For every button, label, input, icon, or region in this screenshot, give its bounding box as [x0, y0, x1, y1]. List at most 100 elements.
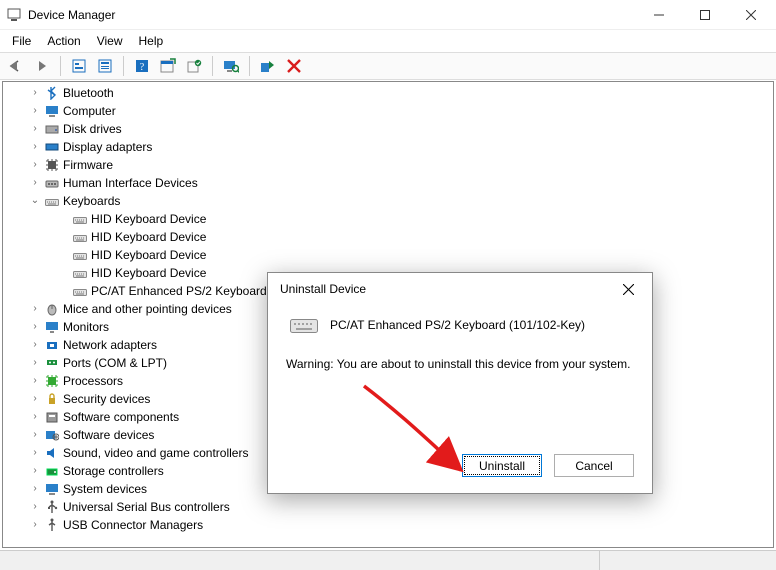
mouse-icon — [43, 302, 61, 316]
keyboard-icon — [290, 315, 318, 335]
toolbar-action-icon[interactable] — [156, 55, 180, 77]
toolbar-scan-icon[interactable] — [219, 55, 243, 77]
tree-label: Universal Serial Bus controllers — [61, 498, 230, 516]
software-comp-icon — [43, 410, 61, 424]
expander-icon[interactable]: › — [27, 498, 43, 516]
keyboard-icon — [71, 284, 89, 298]
expander-icon[interactable]: › — [27, 120, 43, 138]
dialog-title: Uninstall Device — [280, 282, 366, 296]
tree-label: Storage controllers — [61, 462, 164, 480]
titlebar: Device Manager — [0, 0, 776, 30]
tree-label: Mice and other pointing devices — [61, 300, 232, 318]
expander-icon[interactable]: › — [27, 372, 43, 390]
tree-label: Computer — [61, 102, 116, 120]
expander-icon[interactable]: › — [27, 408, 43, 426]
expander-icon[interactable]: › — [27, 102, 43, 120]
tree-label: Ports (COM & LPT) — [61, 354, 167, 372]
tree-node-disk-drives[interactable]: › Disk drives — [3, 120, 773, 138]
tree-node-usb-connector[interactable]: › USB Connector Managers — [3, 516, 773, 534]
toolbar-properties-icon[interactable] — [93, 55, 117, 77]
close-button[interactable] — [728, 0, 774, 30]
menubar: File Action View Help — [0, 30, 776, 52]
menu-action[interactable]: Action — [39, 32, 88, 50]
bluetooth-icon — [43, 86, 61, 100]
expander-icon[interactable]: › — [27, 516, 43, 534]
menu-view[interactable]: View — [89, 32, 131, 50]
tree-label: HID Keyboard Device — [89, 228, 206, 246]
tree-node-hid-keyboard-1[interactable]: HID Keyboard Device — [3, 210, 773, 228]
security-icon — [43, 392, 61, 406]
keyboard-icon — [71, 230, 89, 244]
tree-label: Bluetooth — [61, 84, 114, 102]
tree-label: Human Interface Devices — [61, 174, 198, 192]
uninstall-button[interactable]: Uninstall — [462, 454, 542, 477]
keyboard-icon — [71, 212, 89, 226]
tree-label: Disk drives — [61, 120, 122, 138]
tree-node-hid[interactable]: › Human Interface Devices — [3, 174, 773, 192]
tree-label: HID Keyboard Device — [89, 210, 206, 228]
computer-icon — [43, 104, 61, 118]
toolbar-folder-tree-icon[interactable] — [67, 55, 91, 77]
toolbar-help-icon[interactable]: ? — [130, 55, 154, 77]
svg-text:?: ? — [140, 62, 145, 73]
tree-label: Firmware — [61, 156, 113, 174]
tree-node-bluetooth[interactable]: › Bluetooth — [3, 84, 773, 102]
toolbar-uninstall-icon[interactable] — [282, 55, 306, 77]
tree-label: USB Connector Managers — [61, 516, 203, 534]
software-dev-icon — [43, 428, 61, 442]
tree-label: Keyboards — [61, 192, 120, 210]
usb-connector-icon — [43, 518, 61, 532]
menu-help[interactable]: Help — [131, 32, 172, 50]
tree-node-usb-controllers[interactable]: › Universal Serial Bus controllers — [3, 498, 773, 516]
tree-label: Display adapters — [61, 138, 152, 156]
sound-icon — [43, 446, 61, 460]
firmware-icon — [43, 158, 61, 172]
dialog-close-button[interactable] — [608, 275, 648, 303]
tree-label: Software components — [61, 408, 179, 426]
menu-file[interactable]: File — [4, 32, 39, 50]
window-title: Device Manager — [28, 8, 115, 22]
tree-label: Monitors — [61, 318, 109, 336]
expander-icon[interactable]: › — [27, 84, 43, 102]
expander-icon[interactable]: › — [27, 174, 43, 192]
expander-icon[interactable]: › — [27, 390, 43, 408]
cancel-button[interactable]: Cancel — [554, 454, 634, 477]
tree-label: Network adapters — [61, 336, 157, 354]
tree-label: System devices — [61, 480, 147, 498]
tree-label: HID Keyboard Device — [89, 264, 206, 282]
tree-node-hid-keyboard-3[interactable]: HID Keyboard Device — [3, 246, 773, 264]
tree-node-hid-keyboard-2[interactable]: HID Keyboard Device — [3, 228, 773, 246]
dialog-device-name: PC/AT Enhanced PS/2 Keyboard (101/102-Ke… — [330, 318, 585, 332]
minimize-button[interactable] — [636, 0, 682, 30]
expander-icon[interactable]: › — [27, 462, 43, 480]
tree-label: HID Keyboard Device — [89, 246, 206, 264]
nav-back-button[interactable] — [4, 55, 28, 77]
tree-label: Software devices — [61, 426, 154, 444]
tree-node-computer[interactable]: › Computer — [3, 102, 773, 120]
toolbar-enable-icon[interactable] — [256, 55, 280, 77]
tree-node-keyboards[interactable]: ⌄ Keyboards — [3, 192, 773, 210]
processor-icon — [43, 374, 61, 388]
display-icon — [43, 140, 61, 154]
expander-icon[interactable]: › — [27, 444, 43, 462]
expander-collapse-icon[interactable]: ⌄ — [27, 192, 43, 210]
expander-icon[interactable]: › — [27, 156, 43, 174]
nav-forward-button[interactable] — [30, 55, 54, 77]
toolbar-update-driver-icon[interactable] — [182, 55, 206, 77]
expander-icon[interactable]: › — [27, 336, 43, 354]
tree-node-display-adapters[interactable]: › Display adapters — [3, 138, 773, 156]
expander-icon[interactable]: › — [27, 300, 43, 318]
dialog-warning-text: Warning: You are about to uninstall this… — [286, 357, 634, 371]
expander-icon[interactable]: › — [27, 480, 43, 498]
expander-icon[interactable]: › — [27, 138, 43, 156]
expander-icon[interactable]: › — [27, 354, 43, 372]
tree-node-firmware[interactable]: › Firmware — [3, 156, 773, 174]
ports-icon — [43, 356, 61, 370]
expander-icon[interactable]: › — [27, 426, 43, 444]
system-icon — [43, 482, 61, 496]
maximize-button[interactable] — [682, 0, 728, 30]
expander-icon[interactable]: › — [27, 318, 43, 336]
tree-label: PC/AT Enhanced PS/2 Keyboard (10 — [89, 282, 287, 300]
keyboard-icon — [71, 248, 89, 262]
disk-icon — [43, 122, 61, 136]
